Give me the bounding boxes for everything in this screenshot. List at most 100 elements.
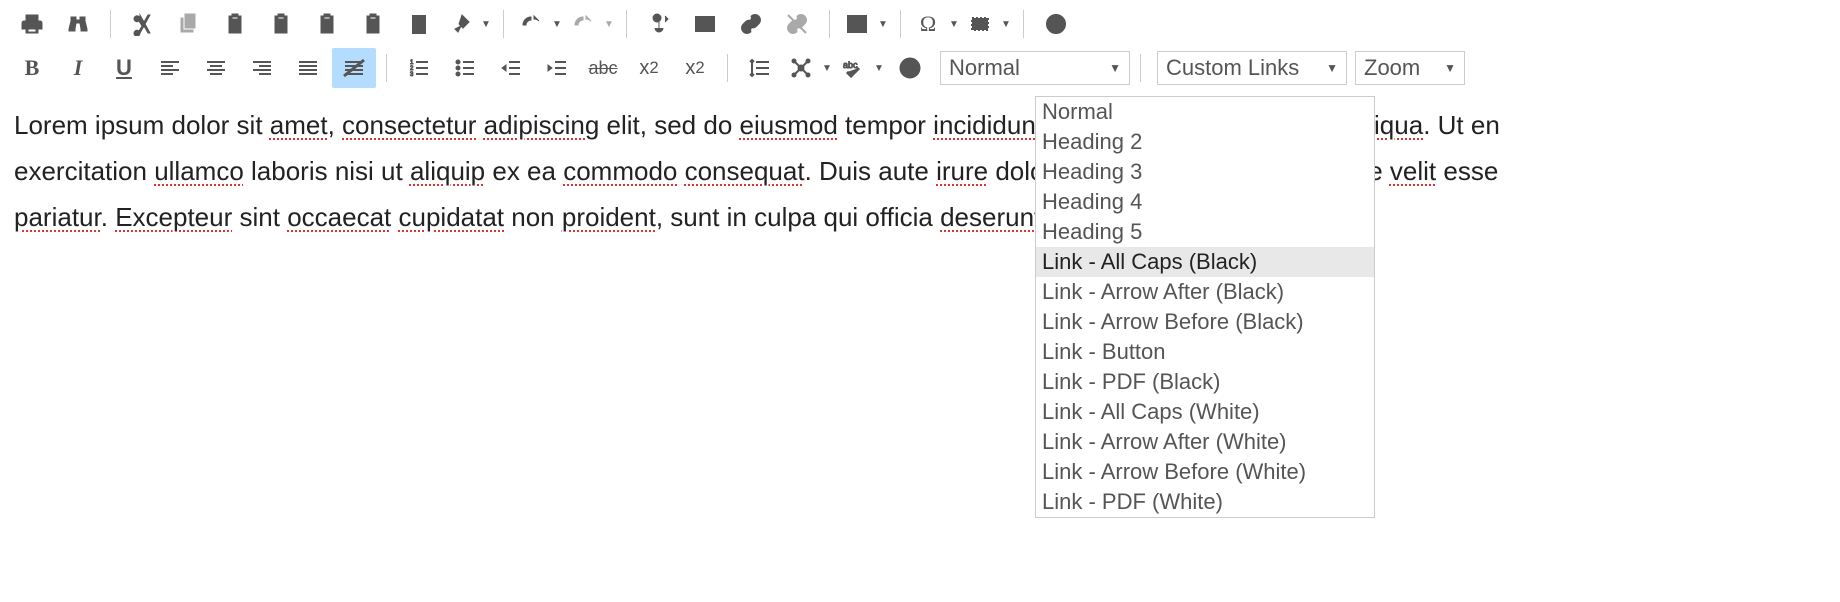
- chevron-down-icon: ▼: [552, 19, 562, 30]
- link-icon: [739, 12, 763, 36]
- chevron-down-icon: ▼: [874, 63, 884, 74]
- align-right-button[interactable]: [240, 48, 284, 88]
- table-caret[interactable]: ▼: [874, 4, 890, 44]
- link-button[interactable]: [729, 4, 773, 44]
- network-split[interactable]: ▼: [784, 48, 834, 88]
- snippet-split[interactable]: ▼: [963, 4, 1013, 44]
- custom-links-select[interactable]: Custom Links ▼: [1157, 51, 1347, 85]
- paragraph-style-select[interactable]: Normal ▼: [940, 51, 1130, 85]
- symbol-split[interactable]: Ω ▼: [911, 4, 961, 44]
- indent-button[interactable]: [535, 48, 579, 88]
- dropdown-item[interactable]: Heading 3: [1036, 157, 1374, 187]
- spellcheck-caret[interactable]: ▼: [870, 48, 886, 88]
- dropdown-item[interactable]: Link - PDF (White): [1036, 487, 1374, 517]
- image-button[interactable]: [683, 4, 727, 44]
- redo-button[interactable]: [566, 4, 600, 44]
- clear-format-button[interactable]: [332, 48, 376, 88]
- dropdown-item[interactable]: Link - Arrow After (Black): [1036, 277, 1374, 307]
- editor-line: Lorem ipsum dolor sit amet, consectetur …: [14, 102, 1826, 148]
- snippet-button[interactable]: [963, 4, 997, 44]
- symbol-caret[interactable]: ▼: [945, 4, 961, 44]
- separator: [503, 10, 504, 38]
- dropdown-item[interactable]: Heading 5: [1036, 217, 1374, 247]
- media-button[interactable]: [1034, 4, 1078, 44]
- clear-format-icon: [342, 56, 366, 80]
- dropdown-item[interactable]: Link - All Caps (Black): [1036, 247, 1374, 277]
- italic-button[interactable]: I: [56, 48, 100, 88]
- print-button[interactable]: [10, 4, 54, 44]
- symbol-button[interactable]: Ω: [911, 4, 945, 44]
- zoom-select[interactable]: Zoom ▼: [1355, 51, 1465, 85]
- network-caret[interactable]: ▼: [818, 48, 834, 88]
- ordered-list-button[interactable]: 123: [397, 48, 441, 88]
- undo-icon: [519, 12, 543, 36]
- format-painter-button[interactable]: [443, 4, 477, 44]
- subscript-button[interactable]: x2: [627, 48, 671, 88]
- help-icon: ?: [898, 56, 922, 80]
- bold-button[interactable]: B: [10, 48, 54, 88]
- subscript-x: x: [639, 57, 649, 80]
- clipboard-text-icon: [361, 12, 385, 36]
- align-left-icon: [158, 56, 182, 80]
- spellcheck-split[interactable]: abc ▼: [836, 48, 886, 88]
- network-button[interactable]: [784, 48, 818, 88]
- redo-caret[interactable]: ▼: [600, 4, 616, 44]
- superscript-button[interactable]: x2: [673, 48, 717, 88]
- scissors-icon: [131, 12, 155, 36]
- dropdown-item[interactable]: Heading 4: [1036, 187, 1374, 217]
- dropdown-item[interactable]: Link - PDF (Black): [1036, 367, 1374, 397]
- dropdown-item[interactable]: Link - Arrow Before (Black): [1036, 307, 1374, 337]
- svg-text:3: 3: [410, 72, 414, 78]
- paste-plain-button[interactable]: [351, 4, 395, 44]
- spellcheck-button[interactable]: abc: [836, 48, 870, 88]
- undo-split[interactable]: ▼: [514, 4, 564, 44]
- table-button[interactable]: [840, 4, 874, 44]
- align-left-button[interactable]: [148, 48, 192, 88]
- paragraph-style-dropdown[interactable]: NormalHeading 2Heading 3Heading 4Heading…: [1035, 96, 1375, 518]
- chevron-down-icon: ▼: [1444, 61, 1456, 75]
- dropdown-item[interactable]: Link - Button: [1036, 337, 1374, 367]
- unordered-list-button[interactable]: [443, 48, 487, 88]
- cut-button[interactable]: [121, 4, 165, 44]
- copy-button[interactable]: [167, 4, 211, 44]
- help-button[interactable]: ?: [888, 48, 932, 88]
- align-center-button[interactable]: [194, 48, 238, 88]
- editor-line: exercitation ullamco laboris nisi ut ali…: [14, 148, 1826, 194]
- anchor-button[interactable]: [637, 4, 681, 44]
- indent-icon: [545, 56, 569, 80]
- line-spacing-button[interactable]: [738, 48, 782, 88]
- toolbar-row-1: W W ▼ ▼ ▼ ▼ Ω ▼: [10, 4, 1830, 44]
- dropdown-item[interactable]: Link - All Caps (White): [1036, 397, 1374, 427]
- redo-split[interactable]: ▼: [566, 4, 616, 44]
- editor-content[interactable]: Lorem ipsum dolor sit amet, consectetur …: [0, 92, 1840, 250]
- dropdown-item[interactable]: Normal: [1036, 97, 1374, 127]
- snippet-caret[interactable]: ▼: [997, 4, 1013, 44]
- unlink-button[interactable]: [775, 4, 819, 44]
- format-painter-caret[interactable]: ▼: [477, 4, 493, 44]
- dropdown-item[interactable]: Heading 2: [1036, 127, 1374, 157]
- outdent-icon: [499, 56, 523, 80]
- strike-button[interactable]: abc: [581, 48, 625, 88]
- align-justify-button[interactable]: [286, 48, 330, 88]
- svg-text:W: W: [277, 23, 285, 32]
- outdent-button[interactable]: [489, 48, 533, 88]
- undo-button[interactable]: [514, 4, 548, 44]
- chevron-down-icon: ▼: [1326, 61, 1338, 75]
- play-circle-icon: [1044, 12, 1068, 36]
- separator: [1140, 54, 1141, 82]
- table-split[interactable]: ▼: [840, 4, 890, 44]
- format-painter-split[interactable]: ▼: [443, 4, 493, 44]
- paste-word-button[interactable]: W: [259, 4, 303, 44]
- paste-word2-button[interactable]: W: [305, 4, 349, 44]
- separator: [626, 10, 627, 38]
- dropdown-item[interactable]: Link - Arrow After (White): [1036, 427, 1374, 457]
- find-button[interactable]: [56, 4, 100, 44]
- underline-button[interactable]: U: [102, 48, 146, 88]
- align-justify-icon: [296, 56, 320, 80]
- dropdown-item[interactable]: Link - Arrow Before (White): [1036, 457, 1374, 487]
- paste-button[interactable]: [213, 4, 257, 44]
- undo-caret[interactable]: ▼: [548, 4, 564, 44]
- print-icon: [20, 12, 44, 36]
- paste-special-button[interactable]: [397, 4, 441, 44]
- omega-icon: Ω: [920, 11, 936, 37]
